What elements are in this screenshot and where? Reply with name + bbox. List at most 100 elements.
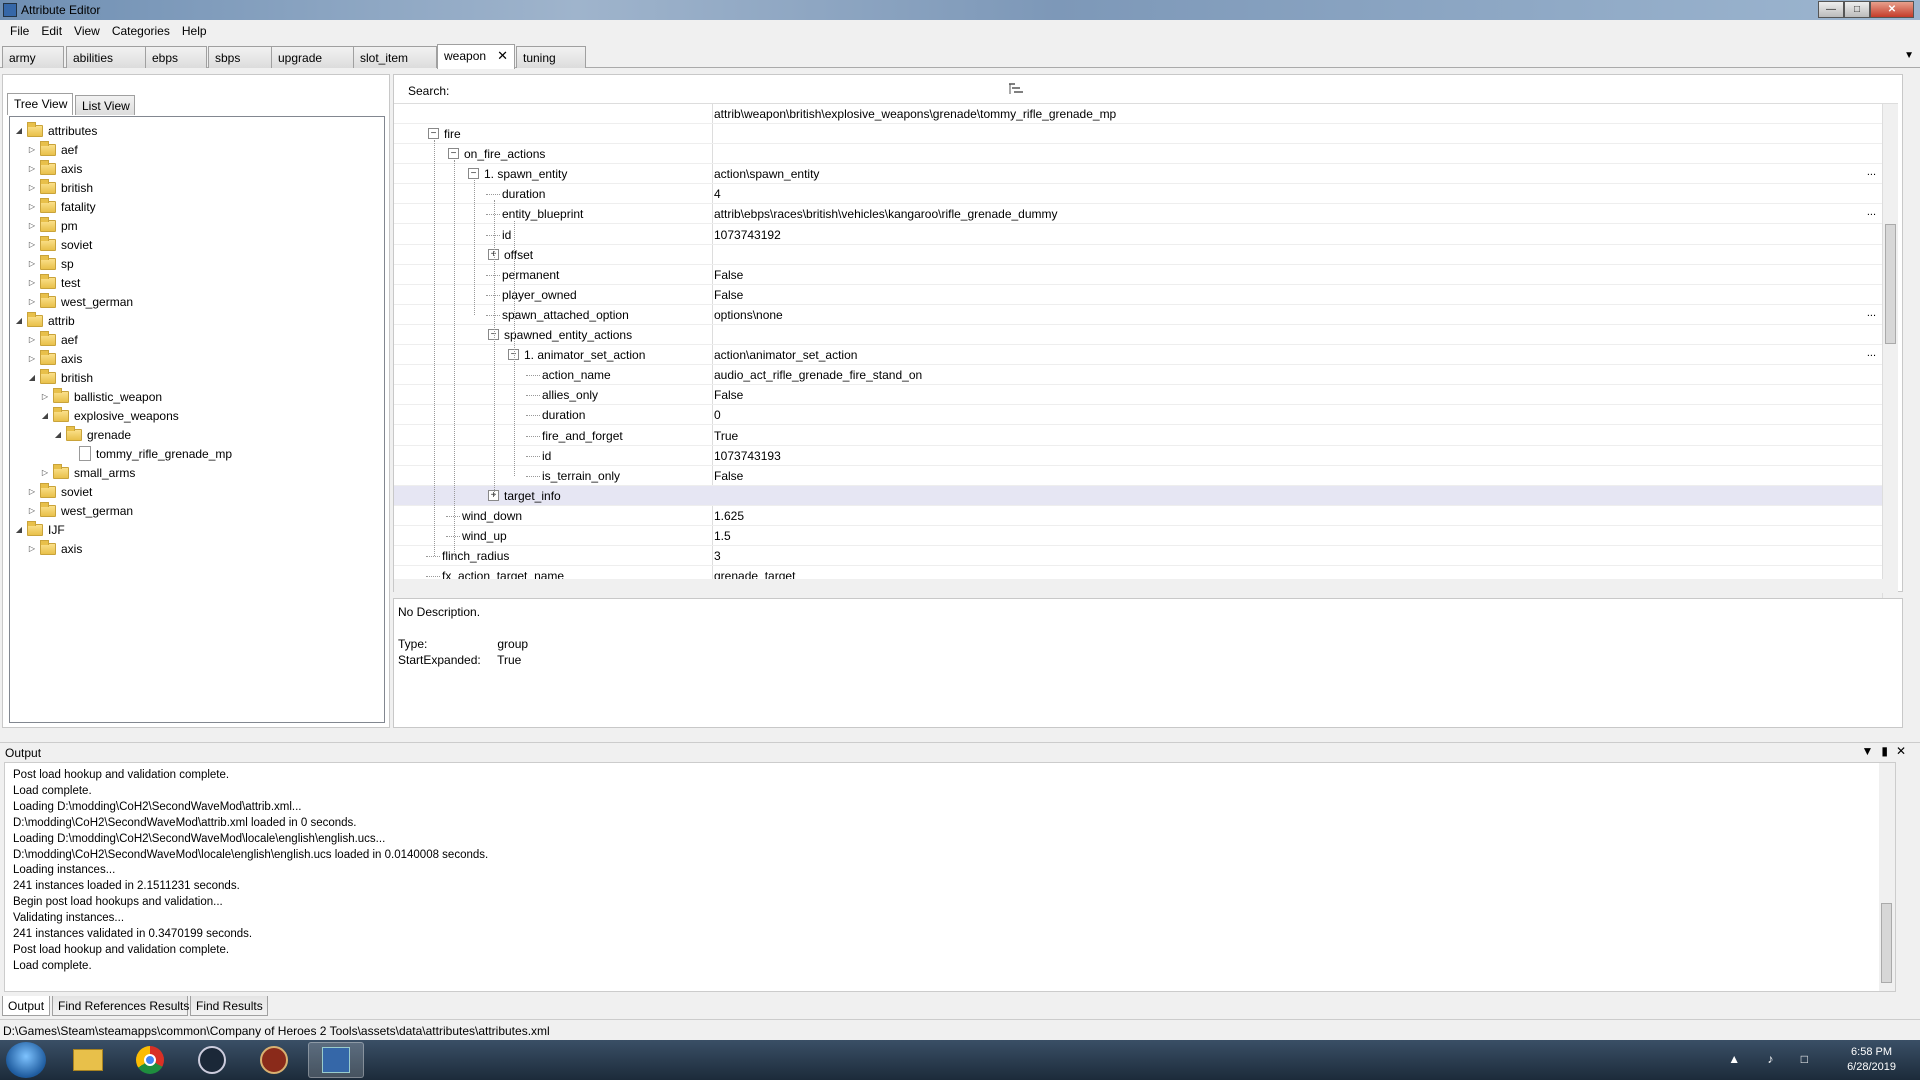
tab-list-view[interactable]: List View: [75, 95, 135, 115]
tree-node[interactable]: ▷ aef: [27, 330, 78, 349]
collapse-icon[interactable]: −: [428, 128, 439, 139]
tab-sbps[interactable]: sbps: [208, 46, 272, 68]
browse-ellipsis-button[interactable]: ...: [1867, 307, 1876, 319]
expanded-arrow-icon[interactable]: ◢: [40, 411, 50, 420]
tree-node[interactable]: ▷ soviet: [27, 235, 92, 254]
property-value[interactable]: 1073743193: [714, 449, 781, 463]
explorer-icon[interactable]: [60, 1042, 116, 1078]
expanded-arrow-icon[interactable]: ◢: [14, 525, 24, 534]
tree-node[interactable]: ◢ attributes: [14, 121, 97, 140]
browse-ellipsis-button[interactable]: ...: [1867, 347, 1876, 359]
collapsed-arrow-icon[interactable]: ▷: [27, 354, 37, 363]
tree-node[interactable]: ▷ small_arms: [40, 463, 135, 482]
property-row[interactable]: action_name audio_act_rifle_grenade_fire_…: [394, 365, 1898, 386]
search-input[interactable]: [446, 80, 1006, 100]
property-row[interactable]: − fire: [394, 124, 1898, 144]
tree-node[interactable]: ▷ ballistic_weapon: [40, 387, 162, 406]
collapsed-arrow-icon[interactable]: ▷: [27, 297, 37, 306]
property-value[interactable]: True: [714, 429, 738, 443]
property-row[interactable]: − spawned_entity_actions: [394, 325, 1898, 345]
property-row[interactable]: −1. spawn_entity action\spawn_entity...: [394, 164, 1898, 185]
expanded-arrow-icon[interactable]: ◢: [53, 430, 63, 439]
property-row[interactable]: − on_fire_actions: [394, 144, 1898, 165]
collapsed-arrow-icon[interactable]: ▷: [27, 202, 37, 211]
collapsed-arrow-icon[interactable]: ▷: [27, 278, 37, 287]
steam-icon[interactable]: [184, 1042, 240, 1078]
expanded-arrow-icon[interactable]: ◢: [27, 373, 37, 382]
tree-node[interactable]: ▷ west_german: [27, 292, 133, 311]
property-row[interactable]: + target_info: [394, 485, 1898, 506]
collapsed-arrow-icon[interactable]: ▷: [40, 468, 50, 477]
tree-node[interactable]: ▷ test: [27, 273, 80, 292]
tree-node[interactable]: ▷ axis: [27, 539, 82, 558]
tab-list-dropdown-icon[interactable]: ▼: [1904, 50, 1914, 61]
tree-node[interactable]: ◢ attrib: [14, 311, 75, 330]
collapsed-arrow-icon[interactable]: ▷: [40, 392, 50, 401]
collapsed-arrow-icon[interactable]: ▷: [27, 183, 37, 192]
tree-node[interactable]: ▷ pm: [27, 216, 78, 235]
tab-slot-item[interactable]: slot_item: [353, 46, 437, 68]
collapse-icon[interactable]: −: [468, 168, 479, 180]
property-row[interactable]: wind_down 1.625: [394, 506, 1898, 526]
tree-node[interactable]: ▷ aef: [27, 140, 78, 159]
tab-abilities[interactable]: abilities: [66, 46, 146, 68]
property-value[interactable]: False: [714, 388, 743, 402]
output-dropdown-icon[interactable]: ▼: [1861, 744, 1881, 758]
property-row[interactable]: permanent False: [394, 265, 1898, 285]
maximize-button[interactable]: □: [1844, 1, 1870, 18]
grid-vertical-scrollbar[interactable]: [1882, 104, 1898, 604]
property-row[interactable]: + offset: [394, 245, 1898, 265]
start-button[interactable]: [6, 1042, 46, 1078]
property-value[interactable]: False: [714, 268, 743, 282]
property-row[interactable]: spawn_attached_option options\none...: [394, 305, 1898, 325]
clock[interactable]: 6:58 PM 6/28/2019: [1847, 1045, 1896, 1075]
property-value[interactable]: 3: [714, 549, 721, 563]
menu-view[interactable]: View: [68, 24, 106, 38]
property-value[interactable]: 1.625: [714, 509, 744, 523]
collapsed-arrow-icon[interactable]: ▷: [27, 544, 37, 553]
tab-tree-view[interactable]: Tree View: [7, 93, 73, 115]
tree-node[interactable]: ▷ sp: [27, 254, 74, 273]
filter-options-icon[interactable]: [1008, 82, 1024, 96]
attribute-editor-taskbar-icon[interactable]: [308, 1042, 364, 1078]
property-value[interactable]: False: [714, 288, 743, 302]
tree-node[interactable]: ◢ grenade: [53, 425, 131, 444]
menu-file[interactable]: File: [4, 24, 35, 38]
property-value[interactable]: 1.5: [714, 529, 731, 543]
tree-node[interactable]: ▷ soviet: [27, 482, 92, 501]
tree-node[interactable]: ▷ west_german: [27, 501, 133, 520]
pin-icon[interactable]: ▮: [1881, 744, 1896, 758]
tab-upgrade[interactable]: upgrade: [271, 46, 355, 68]
property-row[interactable]: id 1073743192: [394, 225, 1898, 245]
minimize-button[interactable]: —: [1818, 1, 1844, 18]
property-row[interactable]: is_terrain_only False: [394, 466, 1898, 486]
browse-ellipsis-button[interactable]: ...: [1867, 206, 1876, 218]
collapsed-arrow-icon[interactable]: ▷: [27, 145, 37, 154]
collapse-icon[interactable]: −: [448, 148, 459, 160]
tab-find-references-results[interactable]: Find References Results: [52, 996, 189, 1016]
coh2-icon[interactable]: [246, 1042, 302, 1078]
property-row[interactable]: fire_and_forget True: [394, 426, 1898, 446]
property-row[interactable]: −1. animator_set_action action\animator_s…: [394, 345, 1898, 366]
collapsed-arrow-icon[interactable]: ▷: [27, 335, 37, 344]
property-row[interactable]: entity_blueprint attrib\ebps\races\britis…: [394, 204, 1898, 225]
chrome-icon[interactable]: [122, 1042, 178, 1078]
property-row[interactable]: duration 0: [394, 405, 1898, 426]
output-scrollbar[interactable]: [1879, 763, 1895, 991]
property-row[interactable]: allies_only False: [394, 385, 1898, 406]
tree-node[interactable]: tommy_rifle_grenade_mp: [66, 444, 232, 463]
expanded-arrow-icon[interactable]: ◢: [14, 126, 24, 135]
collapsed-arrow-icon[interactable]: ▷: [27, 506, 37, 515]
tab-tuning[interactable]: tuning: [516, 46, 586, 68]
property-value[interactable]: options\none: [714, 308, 783, 322]
property-value[interactable]: action\animator_set_action: [714, 348, 857, 362]
output-close-icon[interactable]: ✕: [1896, 744, 1914, 758]
tree-node[interactable]: ◢ IJF: [14, 520, 65, 539]
collapsed-arrow-icon[interactable]: ▷: [27, 221, 37, 230]
collapsed-arrow-icon[interactable]: ▷: [27, 164, 37, 173]
tab-army[interactable]: army: [2, 46, 64, 68]
property-value[interactable]: audio_act_rifle_grenade_fire_stand_on: [714, 368, 922, 382]
tree-node[interactable]: ▷ axis: [27, 349, 82, 368]
tree-node[interactable]: ◢ british: [27, 368, 93, 387]
tree-node[interactable]: ▷ axis: [27, 159, 82, 178]
